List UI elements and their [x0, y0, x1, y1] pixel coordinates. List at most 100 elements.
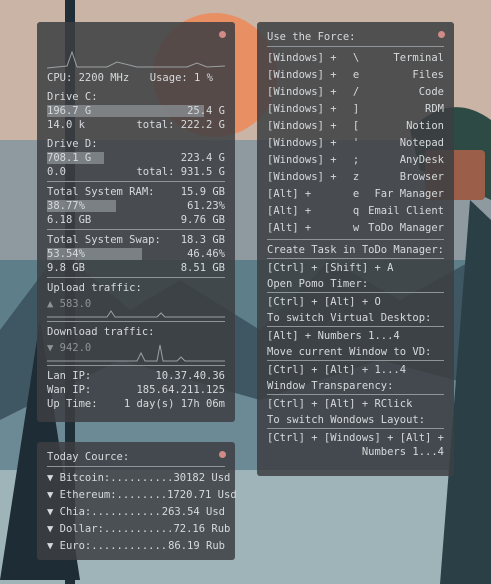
tip-combo: [Ctrl] + [Alt] + O	[267, 296, 381, 308]
shortcut-row: [Windows] + \ Terminal	[267, 50, 444, 67]
swap-used-pct: 53.54%	[47, 248, 85, 260]
download-title: Download traffic:	[47, 326, 155, 338]
course-row: ▼ Dollar:........... 72.16 Rub	[47, 521, 230, 538]
tip-label: Window Transparency:	[267, 380, 394, 392]
wan-label: Wan IP:	[47, 384, 92, 396]
uptime-value: 1 day(s) 17h 06m	[123, 398, 225, 410]
cpu-row: CPU: 2200 MHz Usage: 1 %	[47, 71, 225, 85]
course-name: ▼ Dollar:...........	[47, 523, 174, 535]
shortcut-action: Far Manager	[374, 188, 444, 200]
course-row: ▼ Bitcoin:.......... 30182 Usd	[47, 470, 230, 487]
shortcuts-panel: Use the Force: [Windows] + \ Terminal [Wind…	[257, 22, 454, 476]
shortcut-modifier: [Windows] +	[267, 154, 337, 166]
divider	[267, 360, 444, 361]
ram-bar: 38.77% 61.23%	[47, 199, 225, 213]
shortcut-row: [Alt] + q Email Client	[267, 203, 444, 220]
shortcut-key: [	[352, 120, 360, 132]
download-value: ▼ 942.0	[47, 342, 92, 354]
shortcut-modifier: [Windows] +	[267, 103, 337, 115]
drive-c-used: 196.7 G	[47, 105, 92, 117]
currency-panel: Today Cource: ▼ Bitcoin:.......... 30182 …	[37, 442, 237, 560]
shortcut-action: Notion	[406, 120, 444, 132]
shortcut-action: Notepad	[399, 137, 444, 149]
shortcut-action: Email Client	[368, 205, 444, 217]
tip-label: To switch Virtual Desktop:	[267, 312, 432, 324]
drive-c-bar: 196.7 G 25.4 G	[47, 104, 225, 118]
shortcut-key: e	[352, 188, 360, 200]
shortcut-modifier: [Alt] +	[267, 205, 312, 217]
divider	[267, 394, 444, 395]
drive-d-used: 708.1 G	[47, 152, 92, 164]
shortcut-row: [Windows] + [ Notion	[267, 118, 444, 135]
divider	[267, 428, 444, 429]
shortcut-key: ]	[352, 103, 360, 115]
tip-list: Create Task in ToDo Manager: [Ctrl] + [Sh…	[267, 243, 444, 411]
system-monitor-panel: CPU: 2200 MHz Usage: 1 % Drive C: 196.7 …	[37, 22, 235, 422]
layout-label: To switch Wondows Layout:	[267, 414, 426, 426]
layout-combo-2: Numbers 1...4	[361, 446, 444, 458]
tip-combo: [Ctrl] + [Shift] + A	[267, 262, 394, 274]
divider	[267, 326, 444, 327]
drive-c-title: Drive C:	[47, 91, 98, 103]
ram-free: 9.76 GB	[180, 214, 225, 226]
shortcut-row: [Windows] + z Browser	[267, 169, 444, 186]
shortcut-modifier: [Windows] +	[267, 137, 337, 149]
status-dot	[438, 31, 445, 38]
course-value: 72.16 Rub	[173, 523, 231, 535]
ram-free-pct: 61.23%	[187, 200, 225, 212]
shortcuts-title: Use the Force:	[267, 31, 356, 43]
shortcut-action: Code	[418, 86, 444, 98]
drive-c-free: 25.4 G	[187, 105, 225, 117]
shortcut-row: [Windows] +] RDM	[267, 101, 444, 118]
shortcut-key: e	[352, 69, 360, 81]
swap-used: 9.8 GB	[47, 262, 85, 274]
shortcut-modifier: [Alt] +	[267, 222, 312, 234]
shortcut-list: [Windows] + \ Terminal [Windows] + e Files [Wi…	[267, 50, 444, 237]
divider	[47, 229, 225, 230]
divider	[267, 239, 444, 240]
shortcut-action: Files	[412, 69, 444, 81]
upload-title: Upload traffic:	[47, 282, 142, 294]
ram-used: 6.18 GB	[47, 214, 92, 226]
shortcut-action: RDM	[425, 103, 444, 115]
course-name: ▼ Chia:...........	[47, 506, 161, 518]
divider	[267, 292, 444, 293]
upload-value: ▲ 583.0	[47, 298, 92, 310]
shortcut-modifier: [Alt] +	[267, 188, 312, 200]
shortcut-key: w	[352, 222, 360, 234]
shortcut-row: [Windows] + e Files	[267, 67, 444, 84]
shortcut-modifier: [Windows] +	[267, 120, 337, 132]
ram-used-pct: 38.77%	[47, 200, 85, 212]
shortcut-modifier: [Windows] +	[267, 69, 337, 81]
course-row: ▼ Chia:........... 263.54 Usd	[47, 504, 225, 521]
swap-total: 18.3 GB	[180, 234, 225, 246]
ram-total: 15.9 GB	[180, 186, 225, 198]
ram-title: Total System RAM:	[47, 186, 155, 198]
divider	[47, 277, 225, 278]
cpu-frequency: CPU: 2200 MHz	[47, 72, 130, 84]
tip-label: Move current Window to VD:	[267, 346, 432, 358]
shortcut-key: z	[352, 171, 360, 183]
shortcut-action: Terminal	[393, 52, 444, 64]
status-dot	[219, 451, 226, 458]
shortcut-modifier: [Windows] +	[267, 171, 337, 183]
layout-combo-1: [Ctrl] + [Windows] + [Alt] +	[267, 432, 445, 444]
drive-d-free: 223.4 G	[180, 152, 225, 164]
course-value: 86.19 Rub	[168, 540, 225, 552]
course-list: ▼ Bitcoin:.......... 30182 Usd ▼ Ethereum:…	[47, 470, 237, 555]
course-value: 1720.71 Usd	[167, 489, 237, 501]
shortcut-key: '	[352, 137, 360, 149]
drive-d-bar: 708.1 G 223.4 G	[47, 151, 225, 165]
swap-free: 8.51 GB	[180, 262, 225, 274]
shortcut-row: [Windows] +; AnyDesk	[267, 152, 444, 169]
drive-d-title: Drive D:	[47, 138, 98, 150]
divider	[267, 258, 444, 259]
tip-combo: [Alt] + Numbers 1...4	[267, 330, 400, 342]
shortcut-row: [Windows] + / Code	[267, 84, 444, 101]
shortcut-row: [Alt] + e Far Manager	[267, 186, 444, 203]
drive-c-io: 14.0 k	[47, 119, 85, 131]
wan-ip: 185.64.211.125	[136, 384, 225, 396]
course-row: ▼ Ethereum:........ 1720.71 Usd	[47, 487, 237, 504]
divider	[47, 365, 225, 366]
drive-d-total: total: 931.5 G	[136, 166, 225, 178]
